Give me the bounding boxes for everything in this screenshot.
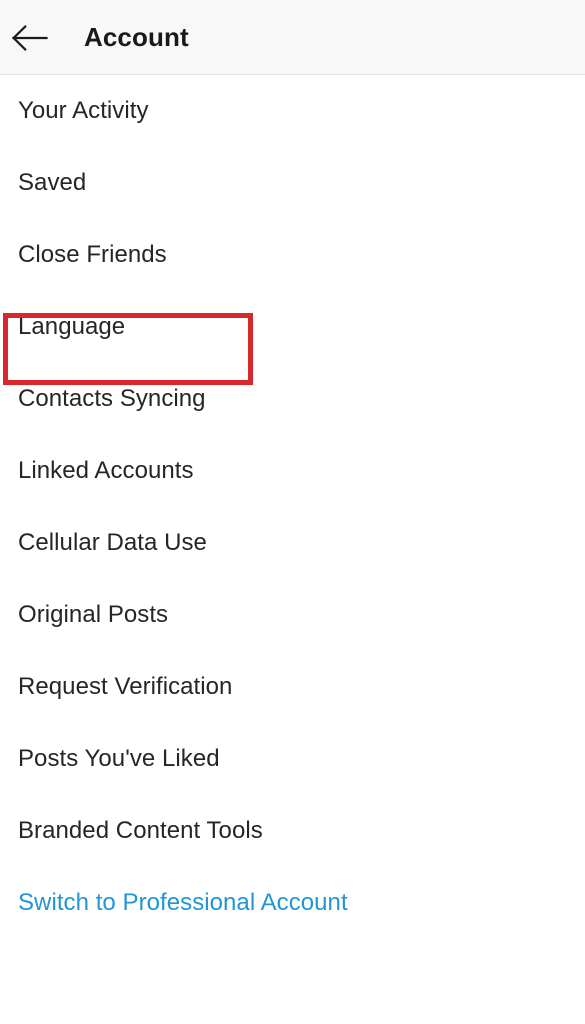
list-item-label: Linked Accounts bbox=[18, 457, 194, 484]
back-button[interactable] bbox=[6, 16, 54, 60]
list-item-label: Branded Content Tools bbox=[18, 817, 263, 844]
list-item-label: Language bbox=[18, 313, 126, 340]
account-settings-screen: Account Your Activity Saved Close Friend… bbox=[0, 0, 585, 1024]
list-item-contacts-syncing[interactable]: Contacts Syncing bbox=[0, 363, 585, 435]
list-item-cellular-data-use[interactable]: Cellular Data Use bbox=[0, 507, 585, 579]
list-item-switch-to-professional-account[interactable]: Switch to Professional Account bbox=[0, 867, 585, 939]
settings-list: Your Activity Saved Close Friends Langua… bbox=[0, 75, 585, 939]
list-item-close-friends[interactable]: Close Friends bbox=[0, 219, 585, 291]
list-item-request-verification[interactable]: Request Verification bbox=[0, 651, 585, 723]
list-item-label: Cellular Data Use bbox=[18, 529, 207, 556]
list-item-language[interactable]: Language bbox=[0, 291, 585, 363]
arrow-left-icon bbox=[12, 25, 48, 51]
list-item-label: Posts You've Liked bbox=[18, 745, 220, 772]
list-item-saved[interactable]: Saved bbox=[0, 147, 585, 219]
list-item-label: Request Verification bbox=[18, 673, 233, 700]
list-item-linked-accounts[interactable]: Linked Accounts bbox=[0, 435, 585, 507]
list-item-branded-content-tools[interactable]: Branded Content Tools bbox=[0, 795, 585, 867]
list-item-original-posts[interactable]: Original Posts bbox=[0, 579, 585, 651]
list-item-label: Original Posts bbox=[18, 601, 169, 628]
list-item-posts-youve-liked[interactable]: Posts You've Liked bbox=[0, 723, 585, 795]
page-title: Account bbox=[84, 22, 189, 52]
list-item-label: Contacts Syncing bbox=[18, 385, 206, 412]
list-item-label: Close Friends bbox=[18, 241, 167, 268]
list-item-label: Saved bbox=[18, 169, 87, 196]
list-item-label: Your Activity bbox=[18, 97, 149, 124]
list-item-label: Switch to Professional Account bbox=[18, 889, 348, 916]
list-item-your-activity[interactable]: Your Activity bbox=[0, 75, 585, 147]
app-header: Account bbox=[0, 0, 585, 75]
